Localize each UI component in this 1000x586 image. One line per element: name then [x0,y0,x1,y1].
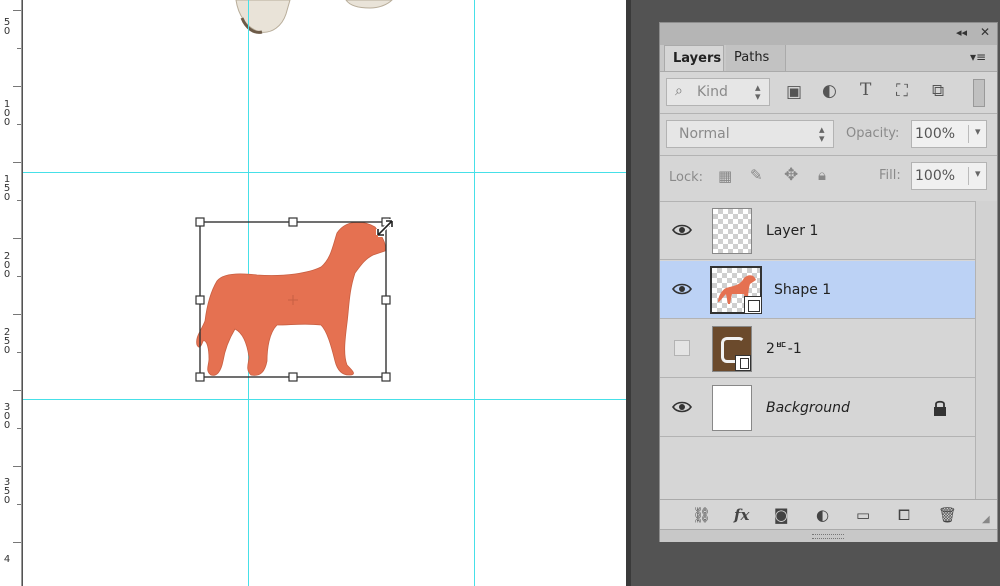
chevron-down-icon[interactable]: ▾ [968,167,981,185]
layer-thumbnail [712,208,752,254]
filter-smart-object-icon[interactable]: ⧉ [932,81,944,101]
lock-image-pixels-icon[interactable]: ✎ [750,166,763,184]
transform-bounding-box[interactable] [193,215,393,385]
filter-kind-label: Kind [697,84,728,100]
eye-visibility-icon[interactable] [672,281,692,297]
layer-name[interactable]: 2ᄠ-1 [766,320,802,378]
ruler-label-250: 2 5 0 [3,327,11,356]
tab-layers[interactable]: Layers [664,45,724,71]
resize-grip-icon[interactable]: ◢ [982,514,990,525]
dog-photo-fragment [235,0,393,34]
ruler-label-50: 5 0 [3,17,11,37]
filter-type-layer-icon[interactable]: T [860,80,871,100]
fill-field[interactable]: 100% ▾ [911,162,987,190]
new-layer-icon[interactable]: ⧠ [898,506,910,524]
lock-icon [934,400,946,416]
delete-layer-trash-icon[interactable]: 🗑︎ [938,506,957,524]
layer-row-shape-1[interactable]: Shape 1 [660,261,975,319]
filter-toggle-switch[interactable] [973,79,985,107]
guide-horizontal-1[interactable] [23,172,626,173]
lock-transparent-pixels-icon[interactable]: ▦ [718,167,732,185]
blend-mode-select[interactable]: Normal ▴ ▾ [666,120,834,148]
add-layer-mask-icon[interactable]: ◙ [774,506,789,524]
layer-name[interactable]: Shape 1 [774,261,831,319]
filter-kind-select[interactable]: ⌕ Kind ▴ ▾ [666,78,770,106]
document-canvas[interactable] [23,0,626,586]
ruler-label-300: 3 0 0 [3,402,11,431]
ruler-label-200: 2 0 0 [3,251,11,280]
opacity-label: Opacity: [846,126,900,141]
fill-label: Fill: [879,168,901,183]
opacity-value: 100% [915,126,956,142]
ruler-label-400: 4 [3,554,11,565]
smart-object-badge-icon [735,355,751,371]
panel-tabs: Layers Paths ▾≡ [660,45,997,72]
filter-pixel-layer-icon[interactable]: ▣ [786,82,802,102]
collapse-panel-icon[interactable]: ◂◂ [956,26,967,39]
layers-list: Layer 1 Shape 1 2ᄠ-1 Background [660,201,997,501]
ruler-label-150: 1 5 0 [3,174,11,203]
ruler-label-100: 1 0 0 [3,99,11,128]
filter-shape-layer-icon[interactable]: ⛶ [896,81,908,101]
panel-menu-icon[interactable]: ▾≡ [970,50,986,64]
layer-name[interactable]: Background [766,379,850,437]
vector-mask-badge-icon [744,296,762,314]
opacity-field[interactable]: 100% ▾ [911,120,987,148]
layer-thumbnail [710,266,762,314]
filter-adjustment-layer-icon[interactable]: ◐ [822,81,837,101]
layer-row-layer-1[interactable]: Layer 1 [660,202,975,260]
link-layers-icon[interactable]: ⛓ [692,506,711,524]
eye-visibility-icon[interactable] [672,399,692,415]
layers-panel: ◂◂ ✕ Layers Paths ▾≡ ⌕ Kind ▴ ▾ ▣ ◐ T ⛶ ⧉… [659,22,998,542]
eye-visibility-icon[interactable] [672,222,692,238]
search-icon: ⌕ [675,83,683,99]
vertical-ruler[interactable]: 5 0 1 0 0 1 5 0 2 0 0 2 5 0 3 0 0 3 5 0 … [0,0,22,586]
ruler-label-350: 3 5 0 [3,477,11,506]
guide-vertical-2[interactable] [474,0,475,586]
lock-all-icon[interactable]: 🔒︎ [818,166,826,184]
new-group-folder-icon[interactable]: ▭ [856,506,870,524]
fill-value: 100% [915,168,956,184]
select-arrows-icon: ▴ ▾ [819,123,825,145]
lock-label: Lock: [669,170,704,185]
layer-thumbnail [712,326,752,372]
layer-row-background[interactable]: Background [660,379,975,437]
lock-position-icon[interactable]: ✥ [784,165,798,185]
guide-horizontal-2[interactable] [23,399,626,400]
chevron-down-icon[interactable]: ▾ [968,125,981,143]
layer-thumbnail [712,385,752,431]
layer-style-fx-button[interactable]: fx [734,506,749,524]
layer-row-smart-object[interactable]: 2ᄠ-1 [660,320,975,378]
panel-resize-handle[interactable] [660,529,997,542]
resize-diagonal-cursor-icon [376,219,394,237]
close-panel-icon[interactable]: ✕ [980,25,990,39]
select-arrows-icon: ▴ ▾ [755,81,761,103]
layers-scrollbar[interactable] [975,201,997,501]
workspace-gutter [626,0,660,586]
layer-name[interactable]: Layer 1 [766,202,818,260]
new-adjustment-layer-icon[interactable]: ◐ [816,506,829,524]
visibility-toggle-empty[interactable] [674,340,690,356]
blend-mode-value: Normal [679,126,730,142]
tab-paths[interactable]: Paths [726,45,786,71]
layers-footer-toolbar: ⛓ fx ◙ ◐ ▭ ⧠ 🗑︎ ◢ [660,499,997,530]
panel-title-bar: ◂◂ ✕ [660,23,997,45]
